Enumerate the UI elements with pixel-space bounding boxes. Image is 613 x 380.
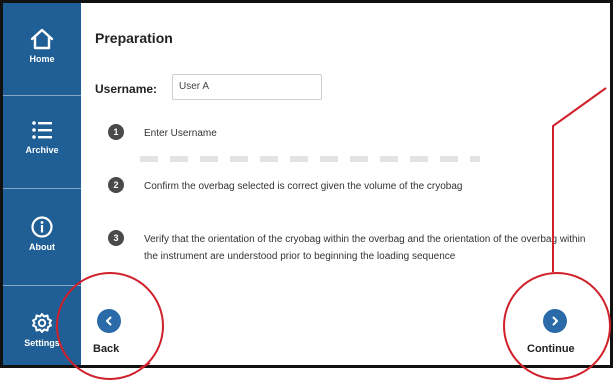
callout-leader-back [139,362,151,368]
callout-leader-lines [139,87,607,368]
callout-leader-continue [552,87,607,272]
